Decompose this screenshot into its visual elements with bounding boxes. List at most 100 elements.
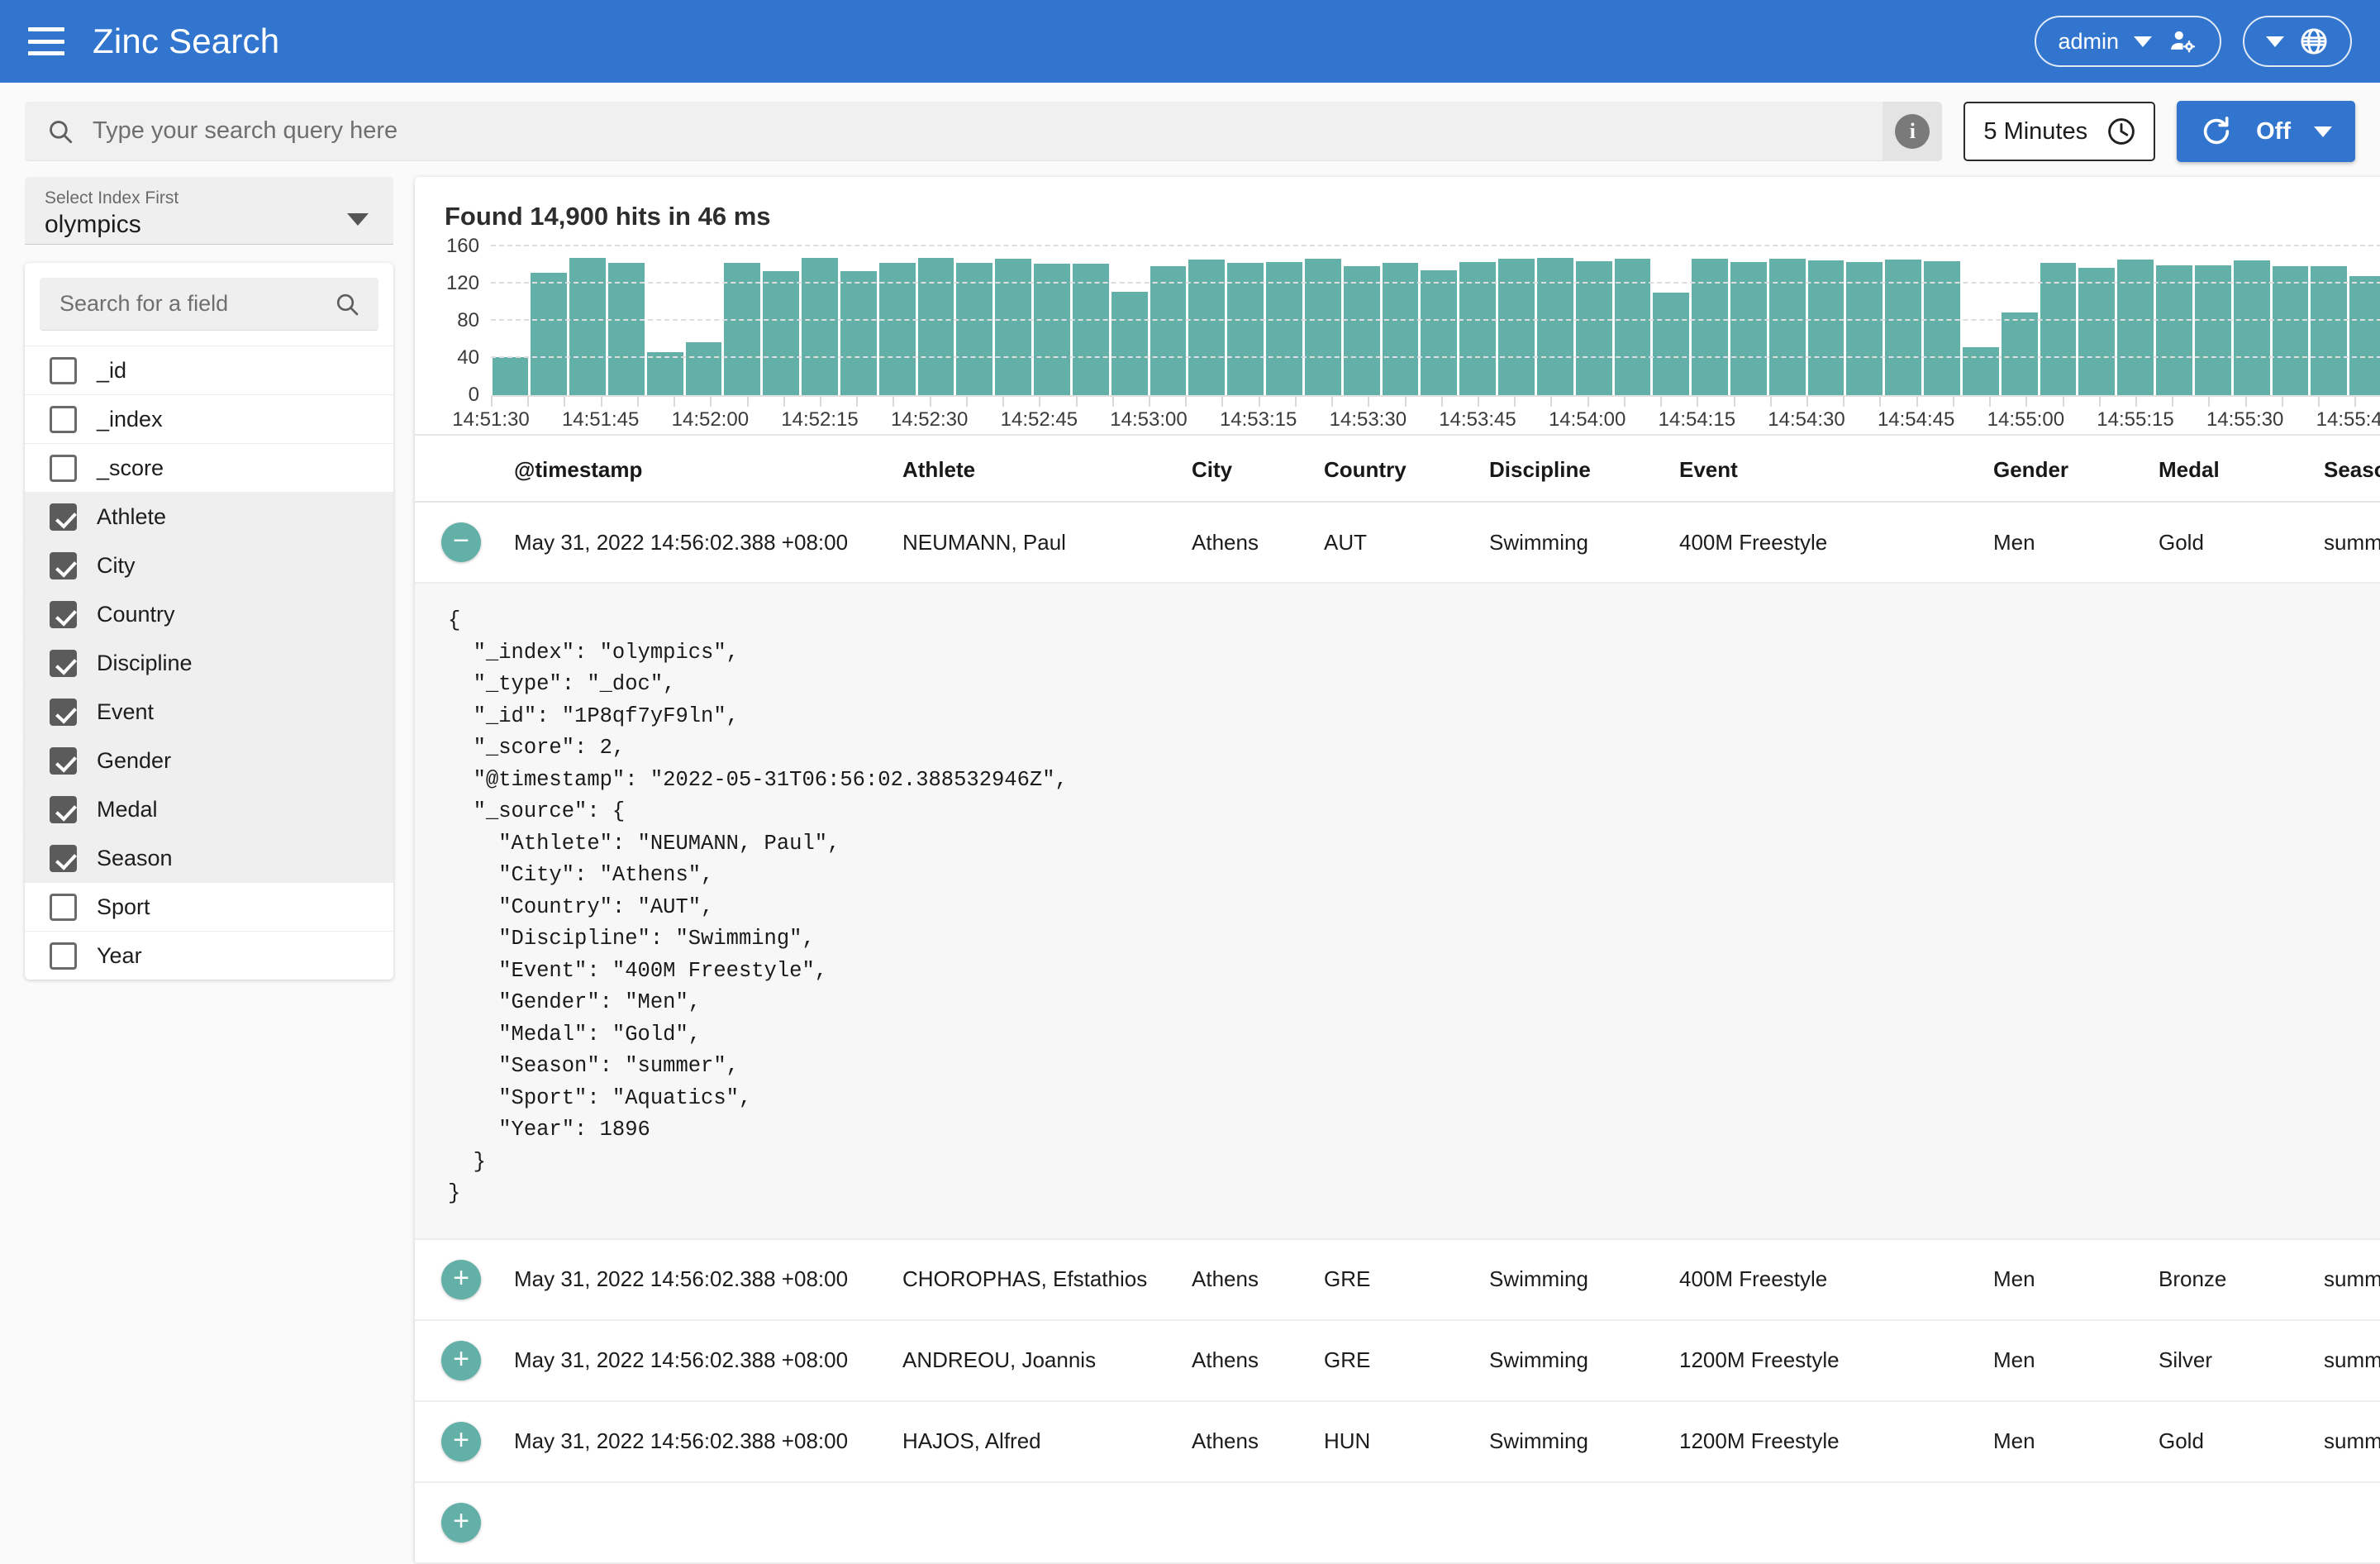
user-menu-button[interactable]: admin <box>2035 16 2221 67</box>
histogram-bar[interactable] <box>646 352 683 395</box>
field-row-season[interactable]: Season <box>25 833 393 882</box>
histogram-bar[interactable] <box>802 257 838 395</box>
expand-row-button[interactable]: + <box>441 1502 481 1543</box>
histogram-bar[interactable] <box>1150 265 1187 395</box>
field-checkbox[interactable] <box>50 795 77 823</box>
field-row-sport[interactable]: Sport <box>25 882 393 931</box>
field-label: Country <box>97 601 175 627</box>
histogram-bar[interactable] <box>840 271 877 395</box>
field-checkbox[interactable] <box>50 746 77 775</box>
field-row-u_score[interactable]: _score <box>25 443 393 492</box>
histogram-bar[interactable] <box>2272 265 2309 395</box>
field-label: Medal <box>97 796 158 822</box>
table-row[interactable]: + <box>415 1481 2380 1564</box>
field-row-country[interactable]: Country <box>25 589 393 638</box>
histogram-bar[interactable] <box>531 272 568 395</box>
histogram-bar[interactable] <box>2001 312 2038 395</box>
field-row-athlete[interactable]: Athlete <box>25 492 393 541</box>
refresh-button[interactable]: Off <box>2177 101 2355 162</box>
histogram-bar[interactable] <box>1304 258 1341 395</box>
histogram-bar[interactable] <box>1034 264 1070 395</box>
cell-event: 1200M Freestyle <box>1679 1400 1993 1483</box>
histogram-bar[interactable] <box>995 258 1032 395</box>
histogram-bar[interactable] <box>2194 265 2231 395</box>
histogram-bar[interactable] <box>569 257 606 395</box>
field-checkbox[interactable] <box>50 942 77 970</box>
index-selector[interactable]: Select Index First olympics <box>25 177 393 245</box>
histogram-bar[interactable] <box>2233 260 2270 395</box>
histogram-bar[interactable] <box>1768 258 1806 395</box>
histogram-bar[interactable] <box>1807 260 1844 395</box>
histogram-x-tick-labels: 14:51:30 14:51:45 14:52:00 14:52:15 14:52:30… <box>452 405 2380 438</box>
histogram-bar[interactable] <box>1614 258 1651 395</box>
histogram-bar[interactable] <box>2311 265 2348 395</box>
histogram-plot-area: 0 40 80 120 160 <box>446 235 2380 406</box>
expand-row-button[interactable]: + <box>441 1340 481 1380</box>
histogram-bar[interactable] <box>1072 264 1109 395</box>
field-row-discipline[interactable]: Discipline <box>25 638 393 687</box>
field-search-placeholder: Search for a field <box>60 291 229 316</box>
field-checkbox[interactable] <box>50 356 77 384</box>
field-checkbox[interactable] <box>50 649 77 677</box>
chevron-down-icon <box>2134 36 2152 47</box>
field-checkbox[interactable] <box>50 698 77 726</box>
field-label: _score <box>97 455 164 480</box>
results-table: @timestamp Athlete City Country Discipline Ev… <box>415 434 2380 1564</box>
cell-season: summer <box>2324 502 2380 584</box>
collapse-row-button[interactable]: − <box>441 522 481 562</box>
field-label: Event <box>97 699 155 724</box>
field-checkbox[interactable] <box>50 893 77 921</box>
field-label: _index <box>97 406 163 432</box>
table-row[interactable]: − May 31, 2022 14:56:02.388 +08:00 NEUMANN… <box>415 502 2380 584</box>
histogram-bar[interactable] <box>2349 276 2380 395</box>
field-row-year[interactable]: Year <box>25 931 393 980</box>
histogram-bar[interactable] <box>1653 293 1690 395</box>
field-checkbox[interactable] <box>50 454 77 482</box>
histogram-bar[interactable] <box>1188 259 1226 395</box>
field-checkbox[interactable] <box>50 600 77 628</box>
field-search-input[interactable]: Search for a field <box>40 278 378 331</box>
histogram-bar[interactable] <box>685 341 722 395</box>
hamburger-icon[interactable] <box>28 27 64 55</box>
field-row-gender[interactable]: Gender <box>25 736 393 784</box>
field-row-city[interactable]: City <box>25 541 393 589</box>
histogram-bar[interactable] <box>1421 270 1458 395</box>
language-menu-button[interactable] <box>2243 16 2352 67</box>
field-row-u_index[interactable]: _index <box>25 394 393 443</box>
time-range-selector[interactable]: 5 Minutes <box>1963 102 2156 161</box>
cell-empty <box>2159 1481 2324 1564</box>
cell-city: Athens <box>1192 502 1324 584</box>
histogram-bar[interactable] <box>2156 265 2192 395</box>
histogram-bar[interactable] <box>2117 259 2154 395</box>
histogram-bar[interactable] <box>763 271 800 395</box>
histogram-bar[interactable] <box>2078 267 2116 395</box>
histogram-bar[interactable] <box>1536 257 1573 395</box>
search-info-button[interactable]: i <box>1883 101 1943 161</box>
histogram-bar[interactable] <box>1111 292 1148 395</box>
histogram-bar[interactable] <box>1962 346 1999 395</box>
field-checkbox[interactable] <box>50 551 77 579</box>
chevron-down-icon[interactable] <box>2314 126 2332 137</box>
expand-row-button[interactable]: + <box>441 1421 481 1461</box>
histogram-bar[interactable] <box>1343 265 1380 395</box>
results-table-body: − May 31, 2022 14:56:02.388 +08:00 NEUMANN… <box>415 502 2380 1564</box>
field-list-card: Search for a field _id _index _score Athlet… <box>25 263 393 980</box>
table-row[interactable]: + May 31, 2022 14:56:02.388 +08:00 ANDREOU… <box>415 1319 2380 1402</box>
histogram-bar[interactable] <box>1498 258 1535 395</box>
search-input[interactable]: Type your search query here i <box>25 101 1943 161</box>
histogram-bar[interactable] <box>917 257 954 395</box>
histogram-bar[interactable] <box>1885 259 1922 395</box>
expand-row-button[interactable]: + <box>441 1259 481 1299</box>
table-row[interactable]: + May 31, 2022 14:56:02.388 +08:00 HAJOS, … <box>415 1400 2380 1483</box>
field-row-medal[interactable]: Medal <box>25 784 393 833</box>
field-label: City <box>97 552 136 578</box>
field-checkbox[interactable] <box>50 844 77 872</box>
table-row[interactable]: + May 31, 2022 14:56:02.388 +08:00 CHOROPH… <box>415 1238 2380 1321</box>
histogram-bar[interactable] <box>492 356 529 395</box>
field-checkbox[interactable] <box>50 405 77 433</box>
field-row-event[interactable]: Event <box>25 687 393 736</box>
y-tick-label: 80 <box>457 309 479 331</box>
field-checkbox[interactable] <box>50 503 77 531</box>
field-row-u_id[interactable]: _id <box>25 346 393 394</box>
histogram-bar[interactable] <box>1692 258 1728 395</box>
